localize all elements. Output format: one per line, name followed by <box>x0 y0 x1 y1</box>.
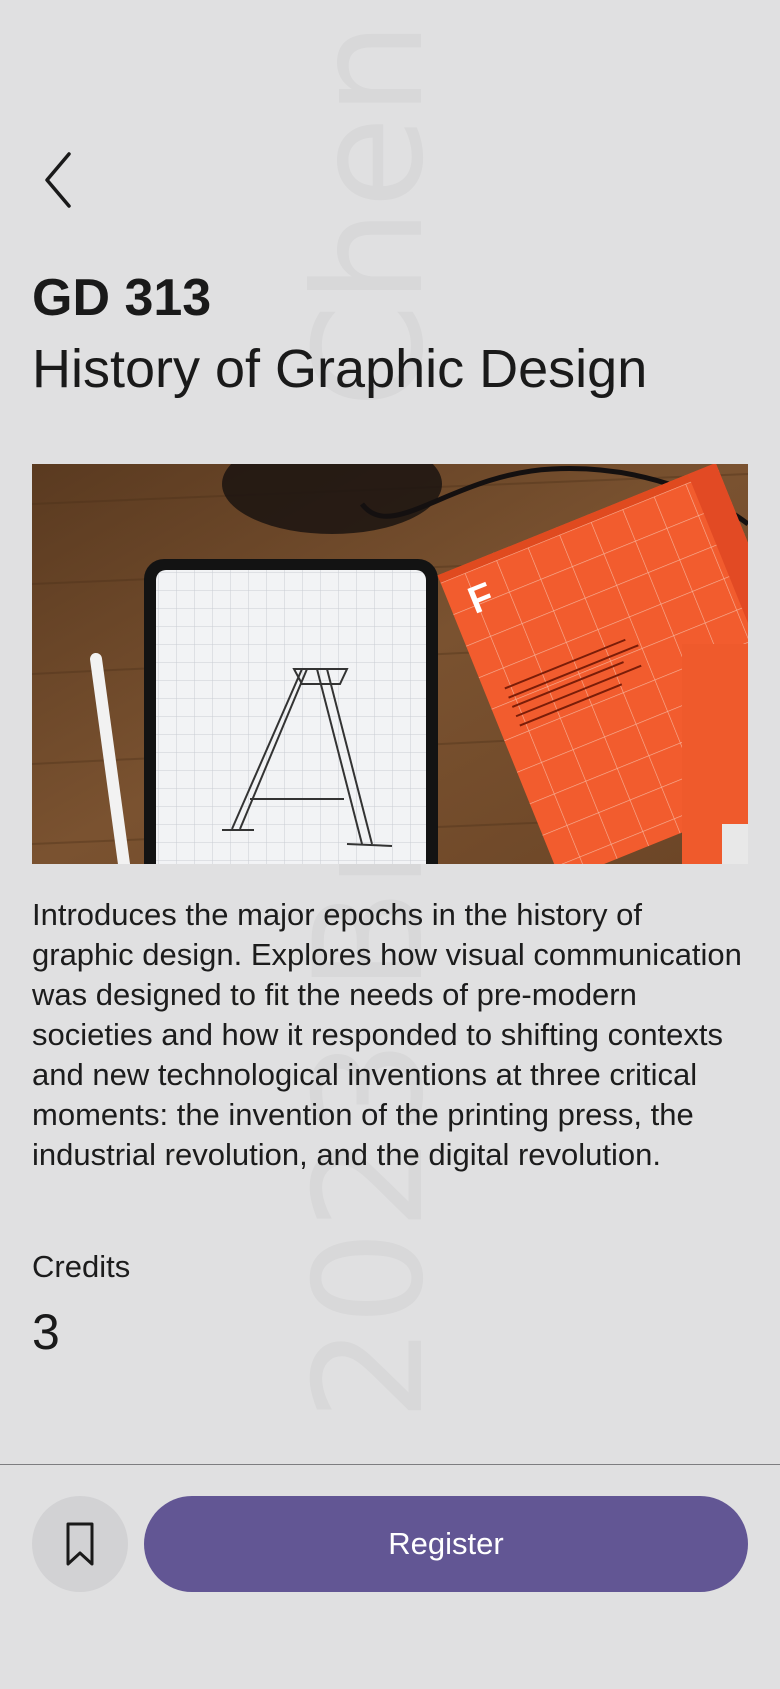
course-image-illustration: F <box>32 464 748 864</box>
course-code: GD 313 <box>32 269 212 327</box>
bookmark-icon <box>66 1522 94 1566</box>
course-image: F <box>32 464 748 864</box>
credits-value: 3 <box>32 1304 60 1360</box>
course-description: Introduces the major epochs in the histo… <box>32 897 742 1172</box>
chevron-left-icon <box>45 152 71 208</box>
credits-label: Credits <box>32 1249 131 1284</box>
bookmark-button[interactable] <box>32 1496 128 1592</box>
register-button[interactable]: Register <box>144 1496 748 1592</box>
course-title: History of Graphic Design <box>32 339 648 399</box>
back-button[interactable] <box>34 146 82 214</box>
